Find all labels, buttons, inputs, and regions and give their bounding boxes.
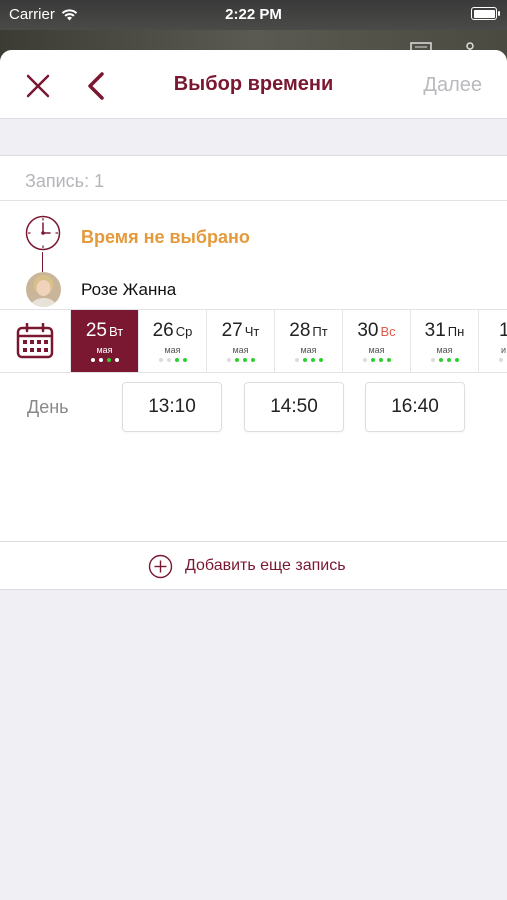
day-cell-5[interactable]: 31 Пн мая: [410, 310, 478, 372]
day-month: мая: [436, 345, 453, 355]
entry-card: Запись: 1 Время не выбрано Розе Жанна 25…: [0, 155, 507, 571]
time-slot-button[interactable]: 14:50: [244, 382, 344, 432]
slots-period-label: День: [27, 397, 69, 417]
battery-icon: [471, 7, 500, 20]
day-number: 31 Пн: [424, 320, 465, 341]
day-number: 28 Пт: [289, 320, 328, 341]
status-time: 2:22 PM: [225, 6, 282, 23]
availability-dots: [343, 358, 410, 362]
day-month: мая: [96, 345, 113, 355]
time-slot-button[interactable]: 16:40: [365, 382, 465, 432]
day-cell-2[interactable]: 27 Чт мая: [206, 310, 274, 372]
next-button[interactable]: Далее: [423, 74, 482, 97]
status-bar: Carrier 2:22 PM: [0, 0, 507, 30]
day-number: 27 Чт: [221, 320, 260, 341]
calendar-icon: [16, 323, 54, 359]
day-month: мая: [368, 345, 385, 355]
day-month: мая: [300, 345, 317, 355]
day-cell-6[interactable]: 1 и: [478, 310, 507, 372]
clock-icon: [25, 215, 61, 251]
availability-dots: [411, 358, 478, 362]
time-selection-sheet: Выбор времени Далее Запись: 1 Время не в…: [0, 50, 507, 900]
day-number: 1: [499, 320, 507, 342]
add-entry-label: Добавить еще запись: [185, 557, 346, 574]
calendar-button[interactable]: [0, 310, 70, 372]
availability-dots: [275, 358, 342, 362]
divider: [0, 200, 507, 201]
plus-circle-icon: [148, 554, 173, 579]
availability-dots: [139, 358, 206, 362]
day-cell-4[interactable]: 30 Вс мая: [342, 310, 410, 372]
time-slot-button[interactable]: 13:10: [122, 382, 222, 432]
day-month: и: [501, 345, 507, 355]
timeline-connector: [42, 252, 43, 272]
availability-dots: [71, 358, 138, 362]
day-cell-1[interactable]: 26 Ср мая: [138, 310, 206, 372]
add-entry-button[interactable]: Добавить еще запись: [0, 541, 507, 590]
availability-dots: [207, 358, 274, 362]
availability-dots: [499, 358, 507, 362]
day-cell-0[interactable]: 25 Вт мая: [70, 310, 138, 372]
time-status[interactable]: Время не выбрано: [81, 227, 250, 248]
avatar: [26, 272, 61, 307]
day-strip: 25 Вт мая 26 Ср мая 27 Чт мая 28 Пт мая 30 Вс: [0, 309, 507, 373]
day-month: мая: [232, 345, 249, 355]
day-number: 30 Вс: [357, 320, 396, 341]
master-name[interactable]: Розе Жанна: [81, 280, 176, 300]
day-number: 25 Вт: [85, 320, 124, 341]
entry-number-label: Запись: 1: [25, 171, 105, 191]
day-number: 26 Ср: [152, 320, 193, 341]
navigation-bar: Выбор времени Далее: [0, 50, 507, 119]
day-month: мая: [164, 345, 181, 355]
day-cell-3[interactable]: 28 Пт мая: [274, 310, 342, 372]
